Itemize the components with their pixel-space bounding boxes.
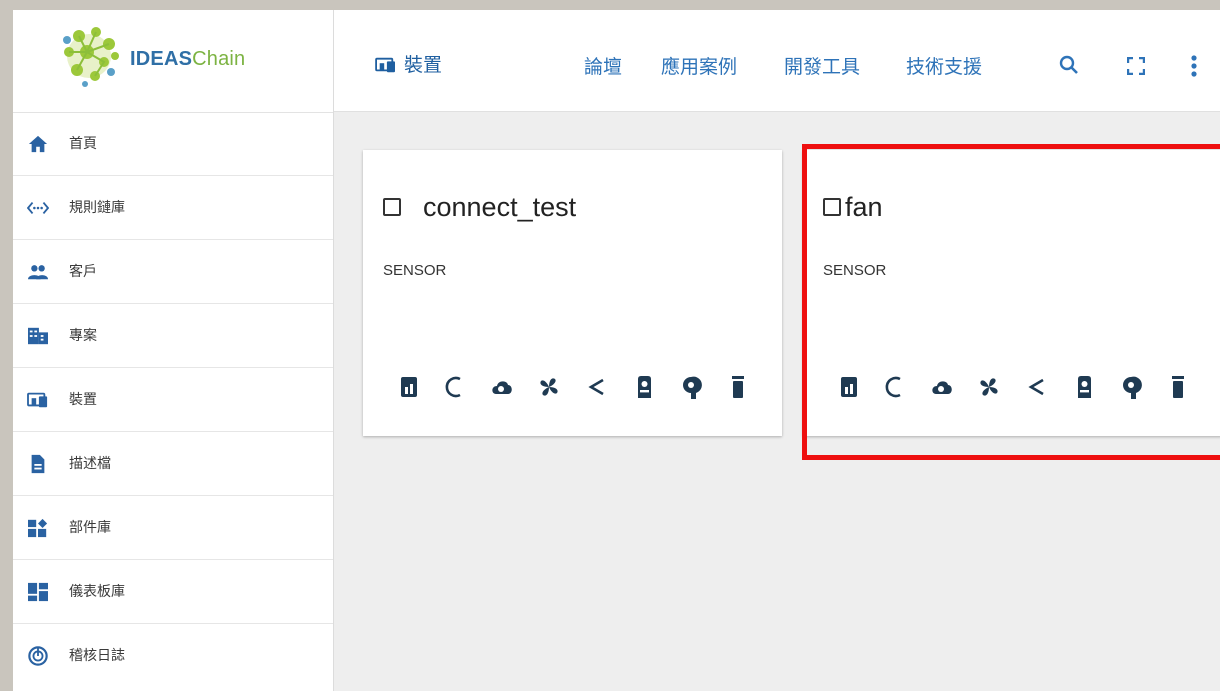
sidebar-item-projects[interactable]: 專案 bbox=[13, 304, 333, 368]
sidebar-item-label: 規則鏈庫 bbox=[69, 200, 125, 216]
assign-action-icon[interactable] bbox=[1072, 374, 1096, 400]
app-window: IDEASChain 首頁 規則鏈庫 客戶 專案 裝置 描述檔 部件庫 儀表板庫… bbox=[13, 10, 1220, 691]
device-name: fan bbox=[845, 192, 883, 222]
sidebar-item-profiles[interactable]: 描述檔 bbox=[13, 432, 333, 496]
sidebar-item-home[interactable]: 首頁 bbox=[13, 112, 333, 176]
sidebar-item-label: 部件庫 bbox=[69, 520, 111, 536]
delete-action-icon[interactable] bbox=[1166, 374, 1190, 400]
sidebar-item-label: 描述檔 bbox=[69, 456, 111, 472]
delete-action-icon[interactable] bbox=[726, 374, 750, 400]
people-icon bbox=[28, 265, 48, 280]
device-select-checkbox[interactable] bbox=[823, 198, 841, 216]
sidebar-item-label: 稽核日誌 bbox=[69, 648, 125, 664]
device-actions bbox=[397, 374, 757, 402]
sidebar-item-label: 裝置 bbox=[69, 392, 97, 408]
home-icon bbox=[28, 135, 48, 153]
fan-action-icon[interactable] bbox=[977, 374, 1001, 400]
devices-icon bbox=[375, 57, 395, 73]
building-icon bbox=[28, 327, 48, 345]
sidebar-item-label: 專案 bbox=[69, 328, 97, 344]
brand-name: IDEASChain bbox=[130, 48, 245, 71]
unassign-action-icon[interactable] bbox=[1119, 374, 1143, 400]
dashboard-icon bbox=[28, 582, 48, 602]
sidebar-item-customers[interactable]: 客戶 bbox=[13, 240, 333, 304]
nav-link-forum[interactable]: 論壇 bbox=[584, 52, 622, 79]
nav-link-tech-support[interactable]: 技術支援 bbox=[906, 52, 982, 79]
document-icon bbox=[31, 454, 45, 474]
top-bar: 裝置 論壇 應用案例 開發工具 技術支援 bbox=[334, 10, 1220, 112]
track-changes-icon bbox=[28, 646, 48, 666]
more-vert-icon[interactable] bbox=[1190, 54, 1198, 78]
refresh-action-icon[interactable] bbox=[883, 374, 907, 400]
device-card[interactable]: connect_test SENSOR bbox=[363, 150, 782, 436]
cloud-action-icon[interactable] bbox=[930, 374, 954, 400]
ideaschain-logo-icon bbox=[63, 27, 119, 87]
sidebar: IDEASChain 首頁 規則鏈庫 客戶 專案 裝置 描述檔 部件庫 儀表板庫… bbox=[13, 10, 334, 691]
brand-name-light: Chain bbox=[192, 48, 246, 70]
sidebar-item-label: 儀表板庫 bbox=[69, 584, 125, 600]
sidebar-item-audit-logs[interactable]: 稽核日誌 bbox=[13, 624, 333, 688]
device-select-checkbox[interactable] bbox=[383, 198, 401, 216]
share-action-icon[interactable] bbox=[1025, 374, 1049, 400]
sidebar-item-label: 客戶 bbox=[69, 264, 97, 280]
sidebar-item-widgets[interactable]: 部件庫 bbox=[13, 496, 333, 560]
dashboard-action-icon[interactable] bbox=[397, 374, 421, 400]
nav-link-use-cases[interactable]: 應用案例 bbox=[661, 52, 737, 79]
device-card[interactable]: fan SENSOR bbox=[803, 150, 1220, 436]
sidebar-item-label: 首頁 bbox=[69, 136, 97, 152]
search-icon[interactable] bbox=[1058, 54, 1080, 76]
sidebar-item-devices[interactable]: 裝置 bbox=[13, 368, 333, 432]
dashboard-action-icon[interactable] bbox=[837, 374, 861, 400]
device-name: connect_test bbox=[423, 192, 577, 222]
brand-name-bold: IDEAS bbox=[130, 48, 193, 70]
fullscreen-icon[interactable] bbox=[1127, 57, 1145, 75]
page-title: 裝置 bbox=[404, 54, 443, 76]
cloud-action-icon[interactable] bbox=[490, 374, 514, 400]
sidebar-item-dashboards[interactable]: 儀表板庫 bbox=[13, 560, 333, 624]
devices-icon bbox=[27, 392, 48, 408]
unassign-action-icon[interactable] bbox=[679, 374, 703, 400]
assign-action-icon[interactable] bbox=[632, 374, 656, 400]
device-type: SENSOR bbox=[383, 262, 447, 279]
widgets-icon bbox=[28, 518, 48, 538]
fan-action-icon[interactable] bbox=[537, 374, 561, 400]
nav-link-dev-tools[interactable]: 開發工具 bbox=[784, 52, 860, 79]
code-brackets-icon bbox=[27, 201, 49, 215]
device-actions bbox=[837, 374, 1197, 402]
logo-area[interactable]: IDEASChain bbox=[13, 10, 333, 113]
device-type: SENSOR bbox=[823, 262, 887, 279]
share-action-icon[interactable] bbox=[585, 374, 609, 400]
refresh-action-icon[interactable] bbox=[443, 374, 467, 400]
sidebar-item-rule-chains[interactable]: 規則鏈庫 bbox=[13, 176, 333, 240]
